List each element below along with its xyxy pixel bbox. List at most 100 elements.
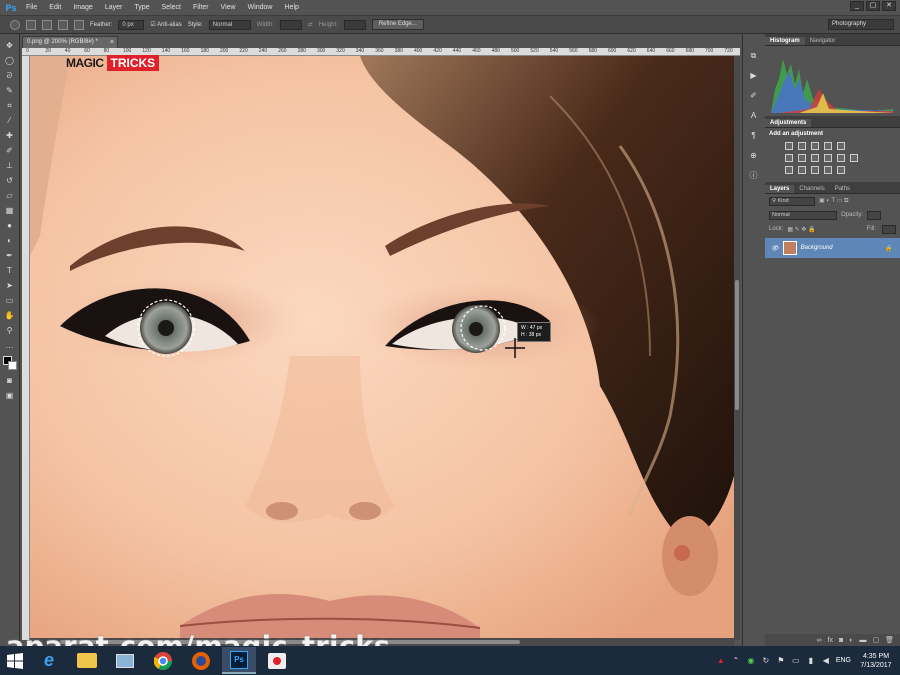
- start-button[interactable]: [0, 646, 30, 675]
- photoshop-taskbar-icon[interactable]: Ps: [222, 647, 256, 674]
- link-layers-icon[interactable]: ∞: [817, 637, 822, 644]
- tray-sync-icon[interactable]: ↻: [761, 656, 771, 666]
- menu-filter[interactable]: Filter: [187, 4, 215, 11]
- tab-layers[interactable]: Layers: [765, 185, 795, 193]
- delete-layer-icon[interactable]: 🗑: [885, 636, 894, 644]
- close-document-icon[interactable]: ×: [110, 37, 114, 48]
- menu-file[interactable]: File: [20, 4, 43, 11]
- brush-tool-icon[interactable]: ✐: [3, 145, 17, 157]
- background-color[interactable]: [7, 361, 17, 370]
- menu-type[interactable]: Type: [128, 4, 155, 11]
- quick-select-tool-icon[interactable]: ✎: [3, 85, 17, 97]
- menu-image[interactable]: Image: [67, 4, 98, 11]
- channel-mixer-icon[interactable]: [837, 154, 845, 162]
- color-swatches[interactable]: [2, 356, 17, 370]
- zoom-tool-icon[interactable]: ⚲: [3, 325, 17, 337]
- hue-saturation-icon[interactable]: [785, 154, 793, 162]
- brightness-icon[interactable]: [785, 142, 793, 150]
- tray-volume-icon[interactable]: ◀: [821, 656, 831, 666]
- lock-icons[interactable]: ▦ ✎ ✥ 🔒: [787, 226, 815, 233]
- visibility-eye-icon[interactable]: 👁: [771, 245, 779, 252]
- gradient-tool-icon[interactable]: ▦: [3, 205, 17, 217]
- quick-mask-icon[interactable]: ◙: [3, 375, 17, 387]
- tray-app-icon[interactable]: ▲: [716, 656, 726, 666]
- fill-input[interactable]: [882, 224, 896, 234]
- tray-signal-icon[interactable]: ▮: [806, 656, 816, 666]
- clone-source-icon[interactable]: ⊕: [748, 150, 760, 162]
- eyedropper-tool-icon[interactable]: ⁄: [3, 115, 17, 127]
- ie-taskbar-icon[interactable]: e: [32, 647, 66, 674]
- workspace-select[interactable]: Photography: [828, 19, 894, 30]
- tab-adjustments[interactable]: Adjustments: [765, 119, 812, 127]
- selective-color-icon[interactable]: [837, 166, 845, 174]
- refine-edge-button[interactable]: Refine Edge...: [371, 19, 424, 30]
- healing-tool-icon[interactable]: ✚: [3, 130, 17, 142]
- threshold-icon[interactable]: [811, 166, 819, 174]
- menu-select[interactable]: Select: [156, 4, 187, 11]
- history-brush-icon[interactable]: ↺: [3, 175, 17, 187]
- new-adjustment-icon[interactable]: ◐: [849, 637, 853, 644]
- vertical-scroll-thumb[interactable]: [735, 280, 739, 410]
- character-icon[interactable]: A: [748, 110, 760, 122]
- width-input[interactable]: [279, 19, 302, 30]
- height-input[interactable]: [343, 19, 366, 30]
- tray-monitor-icon[interactable]: ▭: [791, 656, 801, 666]
- blur-tool-icon[interactable]: ●: [3, 220, 17, 232]
- history-icon[interactable]: ⧉: [748, 50, 760, 62]
- black-white-icon[interactable]: [811, 154, 819, 162]
- document-canvas[interactable]: [30, 56, 734, 640]
- photo-filter-icon[interactable]: [824, 154, 832, 162]
- close-button[interactable]: ✕: [882, 1, 896, 11]
- levels-icon[interactable]: [798, 142, 806, 150]
- minimize-button[interactable]: _: [850, 1, 864, 11]
- new-group-icon[interactable]: ▬: [859, 637, 866, 644]
- screen-mode-icon[interactable]: ▣: [3, 390, 17, 402]
- document-tab[interactable]: 0.png @ 200% (RGB/8#) * ×: [22, 36, 118, 48]
- add-mask-icon[interactable]: ◙: [839, 637, 843, 644]
- tab-paths[interactable]: Paths: [830, 185, 855, 193]
- tray-clock[interactable]: 4:35 PM 7/13/2017: [856, 652, 896, 670]
- menu-layer[interactable]: Layer: [99, 4, 129, 11]
- chrome-taskbar-icon[interactable]: [146, 647, 180, 674]
- control-panel-taskbar-icon[interactable]: [108, 647, 142, 674]
- menu-view[interactable]: View: [215, 4, 242, 11]
- style-select[interactable]: Normal: [208, 19, 251, 30]
- menu-help[interactable]: Help: [279, 4, 305, 11]
- hand-tool-icon[interactable]: ✋: [3, 310, 17, 322]
- intersect-selection-icon[interactable]: [74, 19, 84, 30]
- dodge-tool-icon[interactable]: ◐: [3, 235, 17, 247]
- tray-language[interactable]: ENG: [836, 657, 851, 664]
- fx-icon[interactable]: fx: [828, 637, 833, 644]
- stamp-tool-icon[interactable]: ⊥: [3, 160, 17, 172]
- actions-icon[interactable]: ▶: [748, 70, 760, 82]
- posterize-icon[interactable]: [798, 166, 806, 174]
- tab-channels[interactable]: Channels: [794, 185, 829, 193]
- lasso-tool-icon[interactable]: ᘐ: [3, 70, 17, 82]
- marquee-tool-icon[interactable]: ◯: [3, 55, 17, 67]
- color-balance-icon[interactable]: [798, 154, 806, 162]
- new-selection-icon[interactable]: [26, 19, 36, 30]
- layer-row-background[interactable]: 👁 Background 🔒: [765, 238, 900, 258]
- filter-icons[interactable]: ▣ ◐ T ▭ ⧉: [819, 197, 848, 205]
- feather-input[interactable]: 0 px: [118, 19, 145, 30]
- firefox-taskbar-icon[interactable]: [184, 647, 218, 674]
- brush-presets-icon[interactable]: ✐: [748, 90, 760, 102]
- tray-chevron-icon[interactable]: ⌃: [731, 656, 741, 666]
- tab-histogram[interactable]: Histogram: [765, 37, 805, 45]
- shape-tool-icon[interactable]: ▭: [3, 295, 17, 307]
- elliptical-marquee-icon[interactable]: [10, 19, 20, 30]
- new-layer-icon[interactable]: ▢: [872, 636, 879, 644]
- type-tool-icon[interactable]: T: [3, 265, 17, 277]
- tray-flag-icon[interactable]: ⚑: [776, 656, 786, 666]
- layer-kind-select[interactable]: ⚲ Kind: [769, 196, 815, 206]
- recorder-taskbar-icon[interactable]: [260, 647, 294, 674]
- swap-icon[interactable]: ⇄: [308, 21, 313, 28]
- more-tools-icon[interactable]: …: [3, 340, 17, 352]
- move-tool-icon[interactable]: ✥: [3, 40, 17, 52]
- tray-network-icon[interactable]: ◉: [746, 656, 756, 666]
- gradient-map-icon[interactable]: [824, 166, 832, 174]
- maximize-button[interactable]: ▢: [866, 1, 880, 11]
- paragraph-icon[interactable]: ¶: [748, 130, 760, 142]
- antialias-checkbox[interactable]: ☑ Anti-alias: [150, 21, 181, 28]
- pen-tool-icon[interactable]: ✒: [3, 250, 17, 262]
